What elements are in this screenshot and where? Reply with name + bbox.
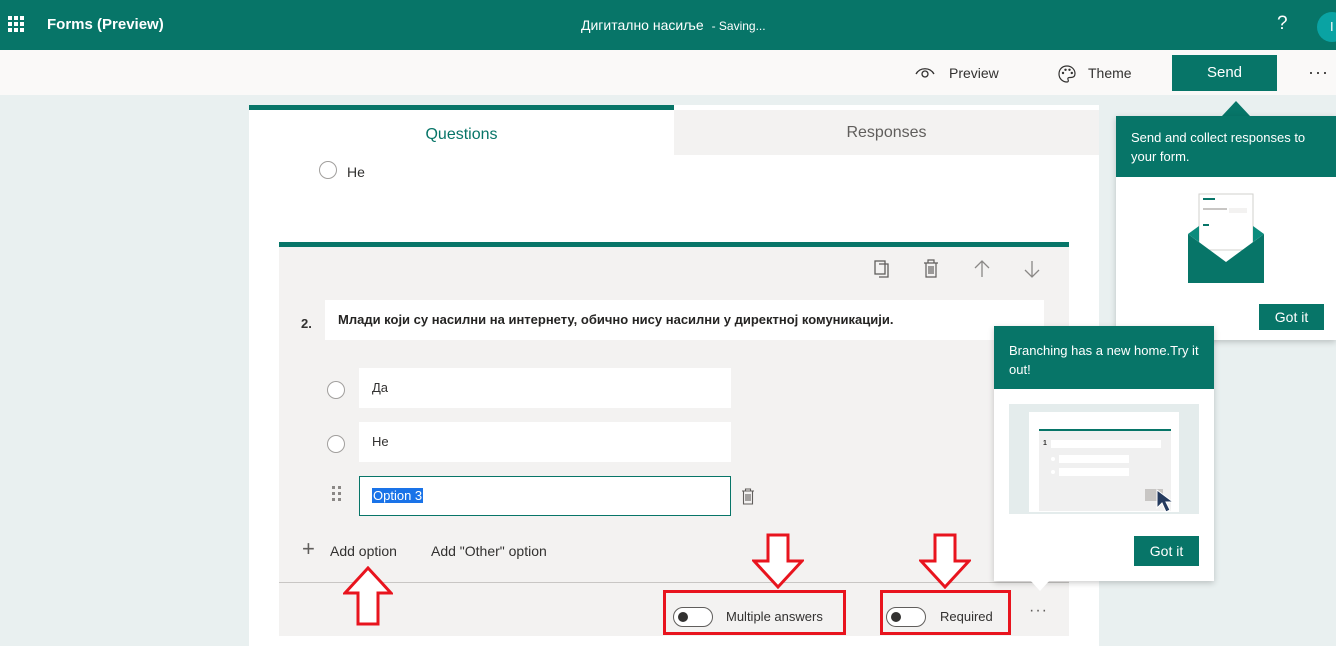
annotation-box <box>663 590 846 635</box>
previous-question-option: Не <box>347 164 365 180</box>
arrow-up-icon[interactable] <box>973 259 991 279</box>
option-field[interactable]: Не <box>359 422 731 462</box>
illustration-number: 1 <box>1043 440 1047 447</box>
popup-caret <box>1222 101 1250 116</box>
app-launcher-icon[interactable] <box>8 16 24 32</box>
form-title: Дигитално насиље - Saving... <box>581 17 766 33</box>
plus-icon: + <box>302 536 315 561</box>
theme-button[interactable]: Theme <box>1058 65 1132 83</box>
annotation-box <box>880 590 1011 635</box>
branching-popup-text: Branching has a new home.Try it out! <box>994 326 1214 389</box>
option-radio[interactable] <box>327 435 345 453</box>
option-field[interactable]: Да <box>359 368 731 408</box>
more-options-button[interactable]: ··· <box>1308 62 1329 83</box>
eye-icon <box>915 68 935 78</box>
top-bar: Forms (Preview) Дигитално насиље - Savin… <box>0 0 1336 50</box>
help-button[interactable]: ? <box>1277 13 1288 35</box>
tab-responses[interactable]: Responses <box>674 110 1099 155</box>
copy-icon[interactable] <box>873 259 891 279</box>
palette-icon <box>1058 65 1076 83</box>
avatar[interactable]: I <box>1317 12 1336 42</box>
branching-popup-got-it-button[interactable]: Got it <box>1134 536 1199 566</box>
question-number: 2. <box>301 316 312 331</box>
question-more-button[interactable]: ··· <box>1029 602 1048 620</box>
form-title-text: Дигитално насиље <box>581 17 704 33</box>
branching-popup: Branching has a new home.Try it out! 1 G… <box>994 326 1214 581</box>
add-option-label: Add option <box>330 543 397 559</box>
send-button[interactable]: Send <box>1172 55 1277 91</box>
question-text[interactable]: Млади који су насилни на интернету, обич… <box>325 300 1044 340</box>
preview-button[interactable]: Preview <box>915 65 999 81</box>
radio-button[interactable] <box>319 161 337 179</box>
send-popup-got-it-button[interactable]: Got it <box>1259 304 1324 330</box>
send-popup-text: Send and collect responses to your form. <box>1116 116 1336 177</box>
preview-label: Preview <box>949 65 999 81</box>
option-field-active[interactable]: Option 3 <box>359 476 731 516</box>
theme-label: Theme <box>1088 65 1132 81</box>
tab-questions[interactable]: Questions <box>249 105 674 155</box>
add-option-button[interactable]: + Add option <box>302 536 397 561</box>
add-other-option-button[interactable]: Add "Other" option <box>431 543 547 559</box>
arrow-down-icon[interactable] <box>1023 259 1041 279</box>
cursor-icon <box>1156 489 1175 513</box>
annotation-arrow-down <box>752 533 804 589</box>
app-title[interactable]: Forms (Preview) <box>47 16 164 33</box>
trash-icon[interactable] <box>923 259 939 279</box>
drag-handle-icon[interactable] <box>332 486 342 502</box>
envelope-icon <box>1188 193 1264 283</box>
selected-text: Option 3 <box>372 488 424 503</box>
branching-illustration: 1 <box>1009 404 1199 514</box>
trash-icon[interactable] <box>741 488 755 505</box>
option-radio[interactable] <box>327 381 345 399</box>
send-popup: Send and collect responses to your form.… <box>1116 116 1336 340</box>
save-status: - Saving... <box>711 19 766 33</box>
annotation-arrow-down <box>919 533 971 589</box>
command-bar: Preview Theme Send ··· <box>0 50 1336 95</box>
popup-caret <box>1030 580 1050 591</box>
annotation-arrow-up <box>343 566 393 626</box>
